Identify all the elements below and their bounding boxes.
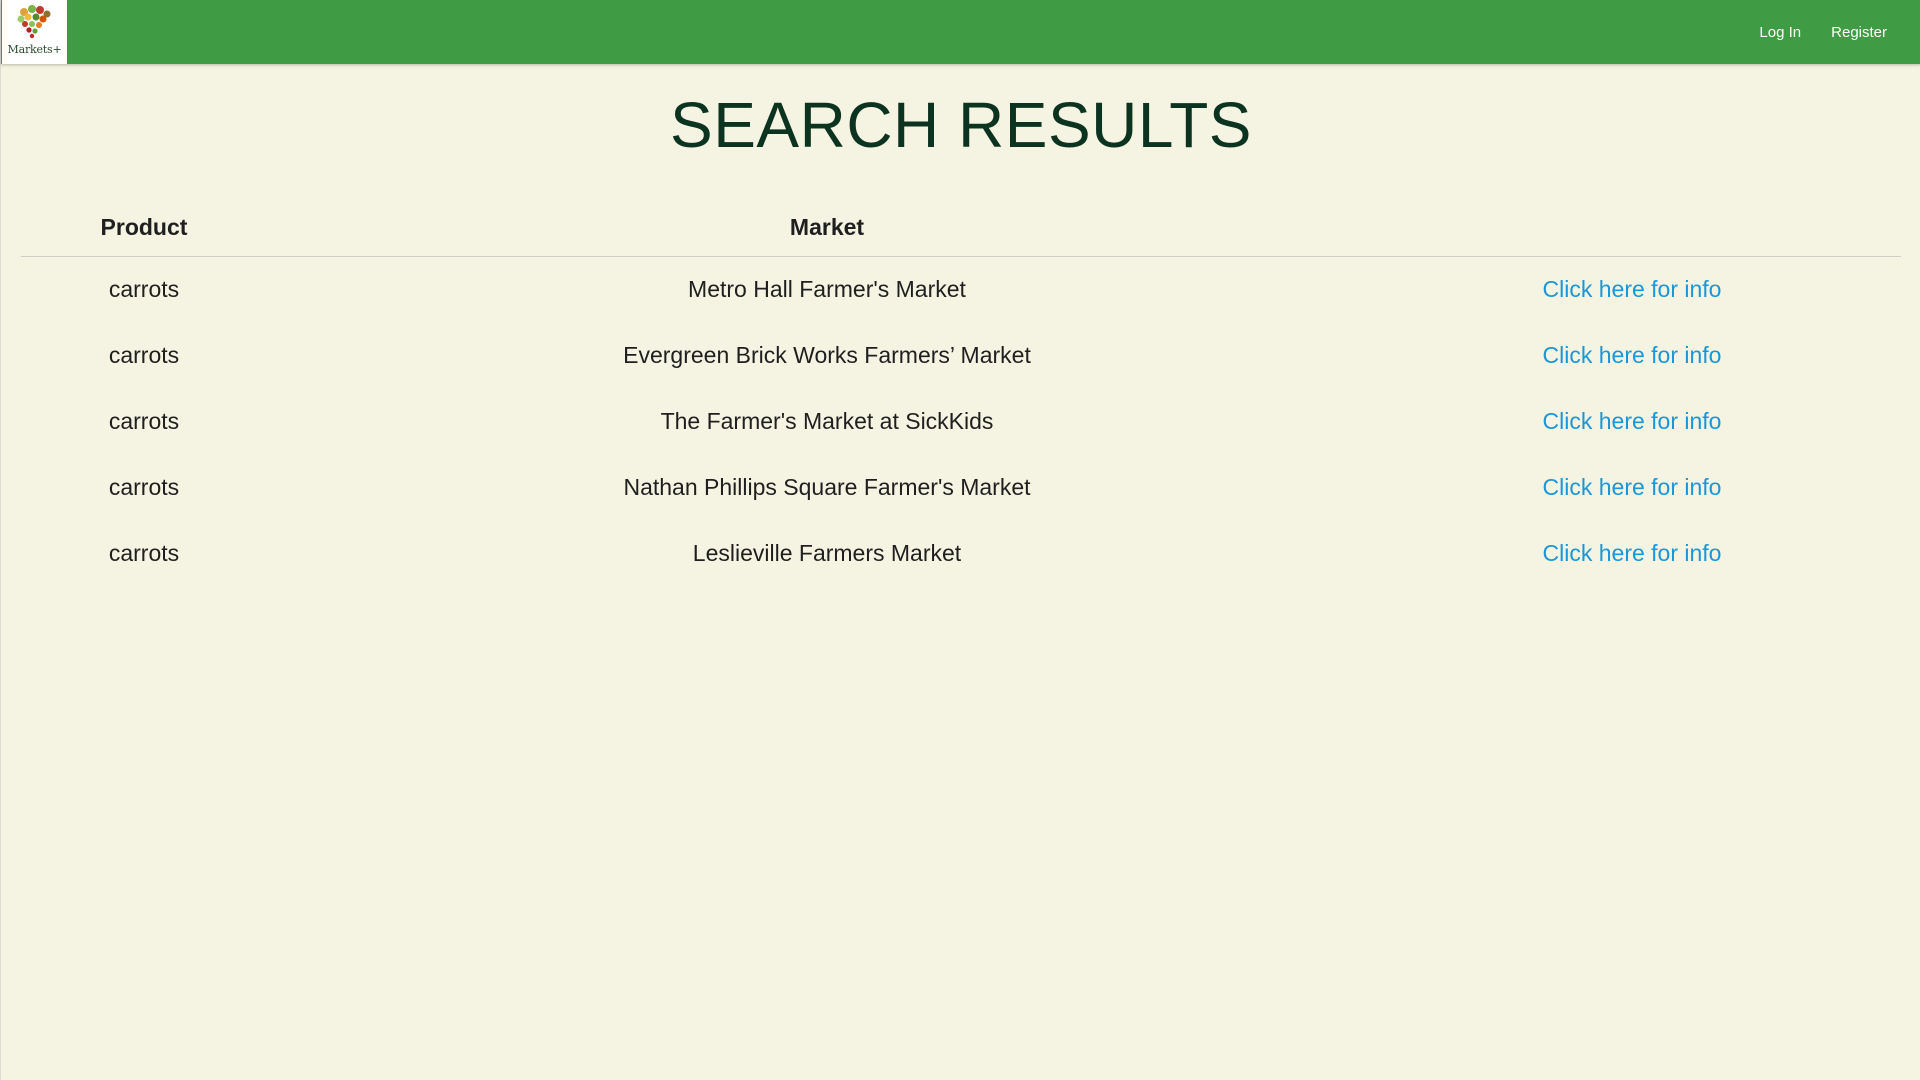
table-header-row: Product Market: [21, 200, 1901, 257]
column-header-product: Product: [21, 200, 267, 257]
product-cell: carrots: [108, 539, 180, 566]
info-cell: Click here for info: [1387, 256, 1901, 322]
table-row: carrots The Farmer's Market at SickKids …: [21, 388, 1901, 454]
info-link[interactable]: Click here for info: [1543, 540, 1722, 566]
info-cell: Click here for info: [1387, 454, 1901, 520]
product-cell: carrots: [108, 275, 180, 302]
login-link[interactable]: Log In: [1759, 24, 1801, 41]
info-link[interactable]: Click here for info: [1543, 342, 1722, 368]
info-link[interactable]: Click here for info: [1543, 276, 1722, 302]
column-header-market: Market: [267, 200, 1387, 257]
table-row: carrots Metro Hall Farmer's Market Click…: [21, 256, 1901, 322]
nav-links: Log In Register: [1729, 0, 1887, 64]
info-cell: Click here for info: [1387, 388, 1901, 454]
top-navbar: Markets+ Log In Register: [1, 0, 1920, 64]
market-cell: The Farmer's Market at SickKids: [660, 407, 994, 434]
product-cell: carrots: [108, 473, 180, 500]
market-cell: Metro Hall Farmer's Market: [688, 275, 966, 302]
product-cell: carrots: [108, 341, 180, 368]
page-title: SEARCH RESULTS: [670, 89, 1252, 161]
market-cell: Nathan Phillips Square Farmer's Market: [623, 473, 1031, 500]
table-row: carrots Leslieville Farmers Market Click…: [21, 520, 1901, 586]
table-row: carrots Nathan Phillips Square Farmer's …: [21, 454, 1901, 520]
register-link[interactable]: Register: [1831, 24, 1887, 41]
info-cell: Click here for info: [1387, 322, 1901, 388]
market-cell: Leslieville Farmers Market: [692, 539, 962, 566]
logo-text: Markets+: [7, 43, 62, 56]
info-cell: Click here for info: [1387, 520, 1901, 586]
market-cell: Evergreen Brick Works Farmers’ Market: [623, 341, 1031, 368]
info-link[interactable]: Click here for info: [1543, 408, 1722, 434]
table-row: carrots Evergreen Brick Works Farmers’ M…: [21, 322, 1901, 388]
heart-produce-logo-icon: [17, 5, 51, 39]
search-results-table: Product Market carrots Metro Hall Farmer…: [21, 200, 1901, 586]
column-header-link: [1387, 200, 1901, 257]
info-link[interactable]: Click here for info: [1543, 474, 1722, 500]
product-cell: carrots: [108, 407, 180, 434]
markets-plus-logo[interactable]: Markets+: [2, 0, 67, 64]
